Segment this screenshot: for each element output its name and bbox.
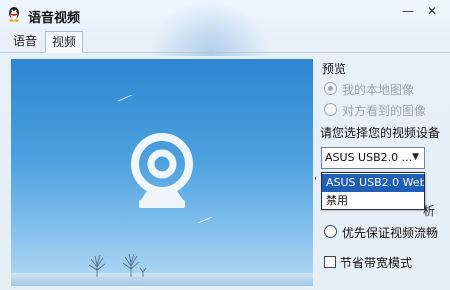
radio-label: 我的本地图像: [342, 83, 415, 97]
window-title: 语音视频: [28, 11, 81, 26]
checkbox[interactable]: [324, 256, 336, 268]
sparkle-decoration: [118, 95, 132, 102]
tab-video[interactable]: 视频: [45, 31, 84, 53]
radio-button[interactable]: [324, 82, 337, 95]
video-preview: [11, 59, 313, 286]
select-value: ASUS USB2.0 ...: [325, 151, 413, 164]
dropdown-option-asus-webcam[interactable]: ASUS USB2.0 Webca: [322, 174, 424, 192]
tab-voice[interactable]: 语音: [7, 31, 43, 53]
chevron-down-icon[interactable]: ▼: [412, 152, 419, 162]
radio-label: 优先保证视频流畅: [342, 226, 439, 240]
radio-button[interactable]: [324, 225, 337, 238]
preview-heading: 预览: [322, 62, 347, 76]
sparkle-decoration: [198, 217, 212, 224]
device-dropdown-list: ASUS USB2.0 Webca 禁用: [321, 172, 425, 210]
voice-video-window: 语音视频 — ✕ 语音 视频 预览 我的本地图像 对方看到的图像 请您选择您的视…: [0, 0, 450, 290]
radio-button[interactable]: [324, 103, 337, 116]
checkbox-label: 节省带宽模式: [340, 256, 413, 270]
video-device-select[interactable]: ASUS USB2.0 ... ▼: [321, 147, 425, 169]
trees-silhouette: [88, 253, 147, 277]
device-heading: 请您选择您的视频设备: [320, 126, 441, 140]
radio-label: 对方看到的图像: [342, 104, 427, 118]
settings-panel: [320, 0, 450, 290]
qq-penguin-icon: [9, 7, 19, 22]
webcam-icon: [131, 133, 193, 208]
dropdown-option-disable[interactable]: 禁用: [322, 192, 424, 210]
obscured-radio-edge: ': [314, 176, 317, 187]
